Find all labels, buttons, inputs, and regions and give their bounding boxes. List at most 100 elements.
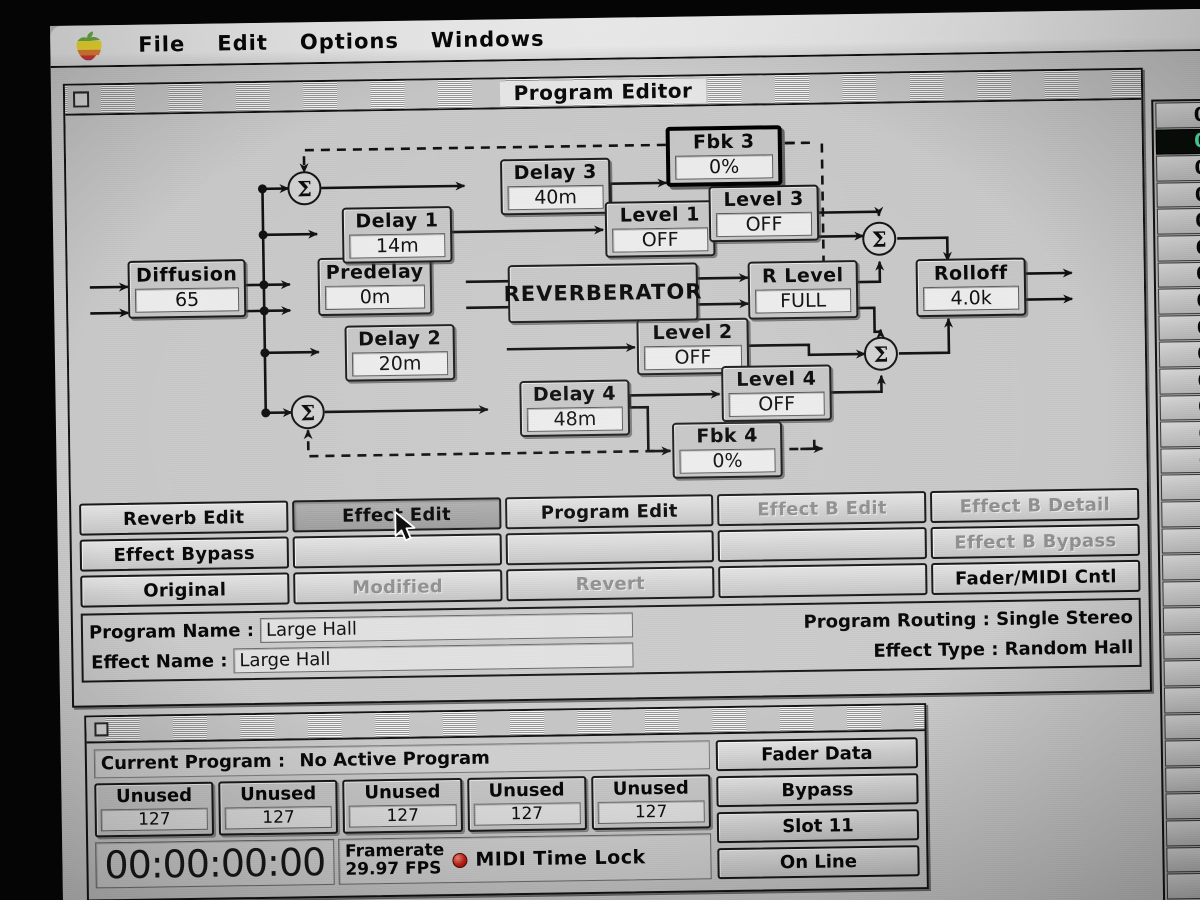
mode-button-effect-b-bypass[interactable]: Effect B Bypass [930, 523, 1140, 559]
menu-item-options[interactable]: Options [300, 29, 399, 54]
slot-list-item[interactable]: 009 [1158, 314, 1200, 341]
node-fbk-3-value[interactable]: 0% [674, 153, 774, 180]
mode-button-effect-bypass[interactable]: Effect Bypass [79, 536, 289, 572]
node-level-3[interactable]: Level 3 OFF [708, 184, 820, 243]
slot-list-item[interactable]: 004 [1156, 181, 1200, 208]
effect-name-input[interactable]: Large Hall [233, 642, 634, 674]
slot-list-item[interactable]: 026 [1165, 766, 1200, 793]
mode-button-original[interactable]: Original [80, 572, 290, 608]
mode-button-fader-midi-cntl[interactable]: Fader/MIDI Cntl [931, 559, 1141, 595]
node-r-level[interactable]: R Level FULL [747, 260, 859, 320]
mode-button-modified[interactable]: Modified [292, 569, 503, 605]
slot-list-item[interactable]: 011 [1159, 367, 1200, 395]
fader-1-value[interactable]: 127 [100, 807, 209, 832]
menu-item-file[interactable]: File [138, 32, 185, 57]
transport-button-slot-11[interactable]: Slot 11 [716, 809, 920, 844]
program-routing-info: Program Routing : Single Stereo [803, 607, 1134, 633]
slot-list-item[interactable]: 022 [1163, 659, 1200, 687]
slot-list-item[interactable]: 015 [1160, 473, 1200, 501]
slot-list-item[interactable]: 018 [1161, 553, 1200, 581]
apple-logo-icon[interactable] [76, 30, 102, 60]
framerate-and-lock-box: Framerate 29.97 FPS MIDI Time Lock [337, 833, 712, 885]
slot-list-item[interactable]: 001 [1155, 101, 1200, 129]
node-r-level-value[interactable]: FULL [754, 287, 852, 314]
mode-button-effect-b-detail[interactable]: Effect B Detail [930, 487, 1140, 523]
node-level-1-value[interactable]: OFF [612, 226, 709, 253]
program-name-label: Program Name : [88, 620, 255, 644]
fader-5[interactable]: Unused 127 [590, 774, 711, 831]
slot-list-item[interactable]: 030 [1166, 872, 1200, 900]
fader-5-value[interactable]: 127 [597, 800, 705, 824]
node-delay-4[interactable]: Delay 4 48m [519, 379, 631, 438]
fader-3[interactable]: Unused 127 [342, 777, 463, 834]
node-predelay[interactable]: Predelay 0m [317, 256, 433, 317]
fader-2-value[interactable]: 127 [224, 805, 333, 830]
node-delay-4-value[interactable]: 48m [526, 406, 624, 432]
node-delay-3-value[interactable]: 40m [507, 184, 604, 210]
mode-button-grid: Reverb Edit Effect Edit Program Edit Effect… [71, 482, 1149, 612]
node-fbk-3[interactable]: Fbk 3 0% [665, 125, 783, 187]
transport-button-fader-data[interactable]: Fader Data [715, 737, 919, 772]
slot-list-item[interactable]: 024 [1164, 712, 1200, 740]
mode-button-effect-edit[interactable]: Effect Edit [291, 497, 502, 533]
slot-list-item[interactable]: 020 [1162, 606, 1200, 634]
slot-list-panel[interactable]: 0010020030040050060070080090100110120130… [1151, 98, 1200, 900]
slot-list-item[interactable]: 016 [1161, 500, 1200, 528]
fader-2[interactable]: Unused 127 [218, 779, 339, 836]
slot-list-item[interactable]: 005 [1156, 207, 1200, 235]
node-level-4-value[interactable]: OFF [728, 391, 825, 417]
mode-button-revert[interactable]: Revert [505, 566, 715, 602]
node-rolloff-value[interactable]: 4.0k [922, 285, 1020, 311]
slot-list-item[interactable]: 014 [1160, 446, 1200, 474]
node-fbk-4[interactable]: Fbk 4 0% [671, 421, 783, 479]
mode-button-program-edit[interactable]: Program Edit [504, 494, 714, 530]
slot-list-item[interactable]: 029 [1166, 845, 1200, 873]
node-rolloff[interactable]: Rolloff 4.0k [915, 257, 1027, 318]
menu-item-edit[interactable]: Edit [217, 31, 268, 56]
close-box-icon[interactable] [72, 91, 90, 108]
node-level-4[interactable]: Level 4 OFF [721, 364, 832, 423]
program-editor-window: Program Editor Σ Σ Σ Σ Diffusion 65 Pred… [62, 67, 1152, 708]
node-reverberator[interactable]: REVERBERATOR [503, 262, 703, 324]
node-predelay-value[interactable]: 0m [324, 283, 426, 310]
node-delay-3[interactable]: Delay 3 40m [500, 157, 611, 216]
slot-list-item[interactable]: 008 [1158, 287, 1200, 315]
slot-list-item[interactable]: 017 [1161, 526, 1200, 554]
slot-list-item[interactable]: 028 [1165, 819, 1200, 847]
fader-4[interactable]: Unused 127 [466, 776, 587, 832]
node-delay-2[interactable]: Delay 2 20m [344, 324, 456, 382]
node-diffusion[interactable]: Diffusion 65 [127, 259, 247, 319]
node-delay-1[interactable]: Delay 1 14m [341, 206, 453, 264]
node-delay-2-value[interactable]: 20m [351, 350, 449, 377]
transport-close-box-icon[interactable] [94, 722, 109, 737]
program-name-input[interactable]: Large Hall [259, 612, 634, 643]
slot-list-item[interactable]: 003 [1156, 154, 1200, 182]
slot-list-item[interactable]: 007 [1157, 260, 1200, 288]
slot-list-item[interactable]: 021 [1163, 633, 1200, 661]
transport-button-bypass[interactable]: Bypass [716, 773, 919, 808]
slot-list-item[interactable]: 012 [1159, 393, 1200, 421]
node-level-1[interactable]: Level 1 OFF [604, 200, 716, 258]
node-diffusion-value[interactable]: 65 [134, 286, 240, 313]
node-fbk-4-value[interactable]: 0% [679, 447, 776, 474]
slot-list-item[interactable]: 023 [1163, 686, 1200, 714]
current-program-label: Current Program : [100, 750, 286, 775]
slot-list-item[interactable]: 013 [1159, 420, 1200, 448]
slot-list-item[interactable]: 019 [1162, 579, 1200, 607]
node-delay-1-value[interactable]: 14m [349, 232, 446, 259]
fader-3-label: Unused [364, 781, 441, 804]
fader-1[interactable]: Unused 127 [94, 781, 215, 838]
slot-list-item[interactable]: 002 [1155, 127, 1200, 155]
slot-list-item[interactable]: 006 [1157, 234, 1200, 262]
menu-item-windows[interactable]: Windows [431, 27, 545, 53]
mode-button-effect-b-edit[interactable]: Effect B Edit [717, 491, 927, 527]
transport-button-on-line[interactable]: On Line [717, 845, 920, 880]
mode-button-reverb-edit[interactable]: Reverb Edit [79, 500, 289, 536]
slot-list-item[interactable]: 010 [1158, 340, 1200, 368]
node-level-3-value[interactable]: OFF [715, 211, 813, 237]
fader-4-value[interactable]: 127 [473, 802, 581, 826]
slot-list-item[interactable]: 027 [1165, 792, 1200, 820]
fader-3-value[interactable]: 127 [349, 804, 457, 828]
node-delay-3-label: Delay 3 [513, 160, 597, 184]
slot-list-item[interactable]: 025 [1164, 739, 1200, 767]
